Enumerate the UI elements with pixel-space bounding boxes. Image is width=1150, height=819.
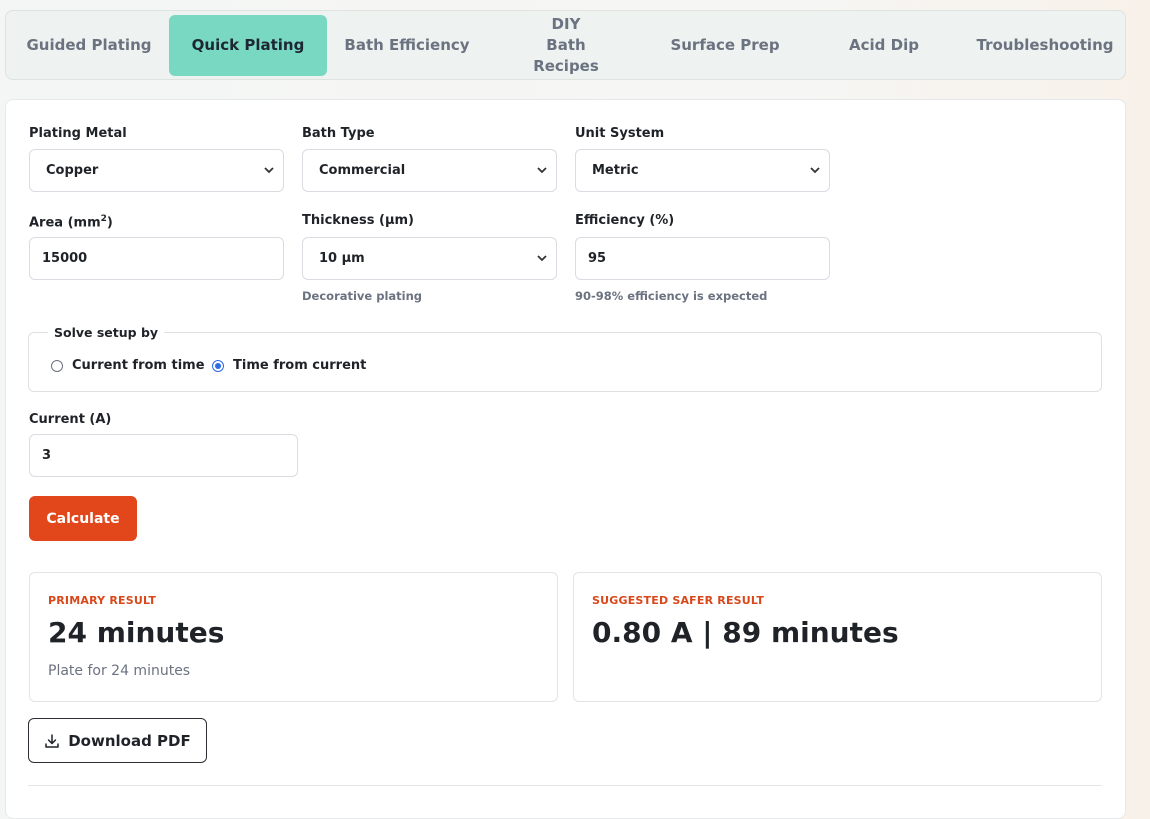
- primary-result-value: 24 minutes: [48, 616, 225, 649]
- calculate-button[interactable]: Calculate: [29, 496, 137, 541]
- area-input[interactable]: 15000: [29, 237, 284, 280]
- plating-metal-value: Copper: [46, 163, 99, 178]
- thickness-select[interactable]: 10 µm: [302, 237, 557, 280]
- chevron-down-icon: [264, 167, 274, 174]
- bath-type-value: Commercial: [319, 163, 406, 178]
- radio-button[interactable]: [212, 359, 224, 372]
- radio-label: Current from time: [72, 358, 205, 373]
- radio-current-from-time[interactable]: Current from time: [51, 358, 205, 373]
- efficiency-hint: 90-98% efficiency is expected: [575, 289, 768, 303]
- divider: [28, 785, 1102, 786]
- current-label: Current (A): [29, 412, 112, 427]
- tab-acid-dip[interactable]: Acid Dip: [805, 15, 963, 76]
- tab-guided-plating[interactable]: Guided Plating: [10, 15, 168, 76]
- primary-result-card: PRIMARY RESULT 24 minutes Plate for 24 m…: [29, 572, 558, 702]
- plating-metal-label: Plating Metal: [29, 126, 127, 141]
- tab-surface-prep[interactable]: Surface Prep: [646, 15, 804, 76]
- current-value: 3: [42, 448, 52, 463]
- tab-troubleshooting[interactable]: Troubleshooting: [964, 15, 1126, 76]
- efficiency-label: Efficiency (%): [575, 213, 675, 228]
- bath-type-label: Bath Type: [302, 126, 375, 141]
- area-value: 15000: [42, 251, 88, 266]
- plating-metal-select[interactable]: Copper: [29, 149, 284, 192]
- thickness-label: Thickness (µm): [302, 213, 414, 228]
- download-icon: [45, 733, 59, 748]
- unit-system-select[interactable]: Metric: [575, 149, 830, 192]
- tab-quick-plating[interactable]: Quick Plating: [169, 15, 327, 76]
- tab-bar: Guided Plating Quick Plating Bath Effici…: [5, 10, 1126, 80]
- chevron-down-icon: [537, 255, 547, 262]
- tab-diy-bath-recipes[interactable]: DIY Bath Recipes: [487, 15, 645, 76]
- radio-button[interactable]: [51, 359, 63, 372]
- primary-result-subtitle: Plate for 24 minutes: [48, 663, 191, 679]
- safer-result-card: SUGGESTED SAFER RESULT 0.80 A | 89 minut…: [573, 572, 1102, 702]
- download-pdf-button[interactable]: Download PDF: [28, 718, 207, 763]
- chevron-down-icon: [810, 167, 820, 174]
- solve-setup-legend: Solve setup by: [48, 325, 165, 340]
- unit-system-value: Metric: [592, 163, 639, 178]
- primary-result-kicker: PRIMARY RESULT: [48, 594, 157, 607]
- chevron-down-icon: [537, 167, 547, 174]
- tab-bath-efficiency[interactable]: Bath Efficiency: [328, 15, 486, 76]
- efficiency-input[interactable]: 95: [575, 237, 830, 280]
- safer-result-value: 0.80 A | 89 minutes: [592, 616, 899, 649]
- radio-label: Time from current: [233, 358, 367, 373]
- download-pdf-label: Download PDF: [68, 731, 191, 750]
- thickness-value: 10 µm: [319, 251, 365, 266]
- bath-type-select[interactable]: Commercial: [302, 149, 557, 192]
- area-label: Area (mm2): [29, 214, 113, 231]
- current-input[interactable]: 3: [29, 434, 298, 477]
- efficiency-value: 95: [588, 251, 607, 266]
- safer-result-kicker: SUGGESTED SAFER RESULT: [592, 594, 765, 607]
- thickness-hint: Decorative plating: [302, 289, 423, 303]
- radio-time-from-current[interactable]: Time from current: [212, 358, 366, 373]
- unit-system-label: Unit System: [575, 126, 665, 141]
